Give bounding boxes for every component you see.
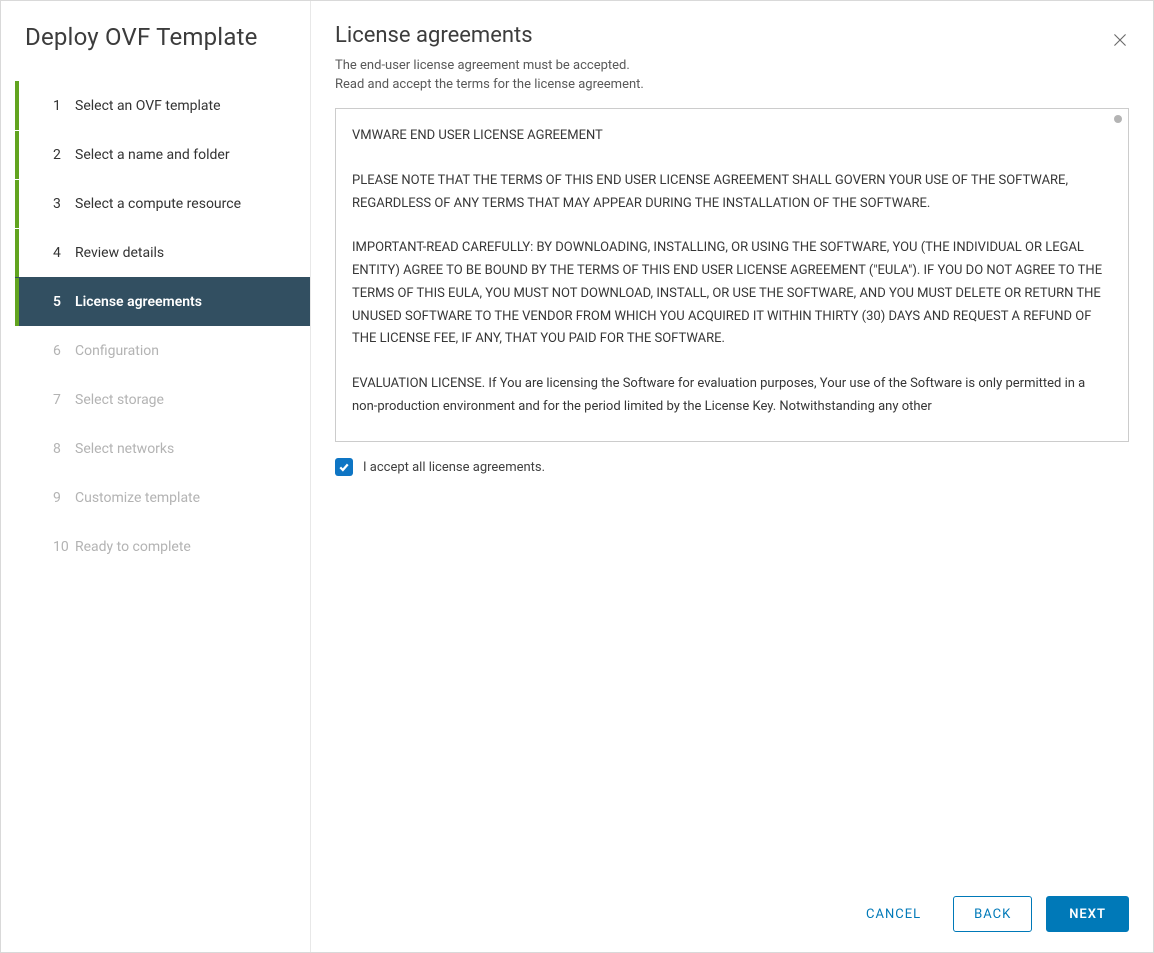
wizard-sidebar: Deploy OVF Template 1Select an OVF templ… <box>1 1 311 952</box>
wizard-title: Deploy OVF Template <box>1 23 310 81</box>
step-label: Configuration <box>75 343 159 359</box>
step-label: Select a compute resource <box>75 196 241 212</box>
wizard-main: License agreements The end-user license … <box>311 1 1153 952</box>
step-label: License agreements <box>75 294 202 310</box>
step-label: Ready to complete <box>75 539 191 555</box>
license-paragraph: VMWARE END USER LICENSE AGREEMENT <box>352 125 1112 148</box>
deploy-ovf-dialog: Deploy OVF Template 1Select an OVF templ… <box>0 0 1154 953</box>
wizard-step-7: 7Select storage <box>15 375 310 424</box>
step-number: 9 <box>53 490 75 506</box>
step-number: 10 <box>53 539 75 555</box>
step-number: 7 <box>53 392 75 408</box>
wizard-step-9: 9Customize template <box>15 473 310 522</box>
back-button[interactable]: BACK <box>953 896 1032 932</box>
step-label: Customize template <box>75 490 200 506</box>
wizard-step-1[interactable]: 1Select an OVF template <box>15 81 310 130</box>
step-label: Review details <box>75 245 164 261</box>
license-text-box[interactable]: VMWARE END USER LICENSE AGREEMENT PLEASE … <box>335 108 1129 442</box>
step-label: Select networks <box>75 441 174 457</box>
step-number: 4 <box>53 245 75 261</box>
wizard-step-8: 8Select networks <box>15 424 310 473</box>
main-header: License agreements The end-user license … <box>335 23 1129 96</box>
license-paragraph: IMPORTANT-READ CAREFULLY: BY DOWNLOADING… <box>352 237 1112 351</box>
accept-checkbox[interactable] <box>335 458 353 476</box>
close-icon[interactable] <box>1111 31 1129 49</box>
step-label: Select storage <box>75 392 164 408</box>
step-number: 5 <box>53 294 75 310</box>
step-number: 2 <box>53 147 75 163</box>
license-paragraph: PLEASE NOTE THAT THE TERMS OF THIS END U… <box>352 170 1112 216</box>
step-number: 1 <box>53 98 75 114</box>
wizard-step-6: 6Configuration <box>15 326 310 375</box>
step-label: Select a name and folder <box>75 147 230 163</box>
scroll-indicator-icon <box>1114 115 1122 123</box>
wizard-footer: CANCEL BACK NEXT <box>335 876 1129 932</box>
wizard-step-10: 10Ready to complete <box>15 522 310 571</box>
step-number: 8 <box>53 441 75 457</box>
wizard-steps: 1Select an OVF template2Select a name an… <box>1 81 310 571</box>
page-subtext-1: The end-user license agreement must be a… <box>335 58 644 73</box>
wizard-step-4[interactable]: 4Review details <box>15 228 310 277</box>
wizard-step-5[interactable]: 5License agreements <box>15 277 310 326</box>
page-subtext-2: Read and accept the terms for the licens… <box>335 77 644 92</box>
cancel-button[interactable]: CANCEL <box>848 896 939 932</box>
accept-row: I accept all license agreements. <box>335 458 1129 476</box>
step-number: 6 <box>53 343 75 359</box>
next-button[interactable]: NEXT <box>1046 896 1129 932</box>
step-label: Select an OVF template <box>75 98 221 114</box>
wizard-step-2[interactable]: 2Select a name and folder <box>15 130 310 179</box>
wizard-step-3[interactable]: 3Select a compute resource <box>15 179 310 228</box>
page-title: License agreements <box>335 23 644 48</box>
license-paragraph: EVALUATION LICENSE. If You are licensing… <box>352 373 1112 419</box>
step-number: 3 <box>53 196 75 212</box>
accept-label: I accept all license agreements. <box>363 460 545 475</box>
